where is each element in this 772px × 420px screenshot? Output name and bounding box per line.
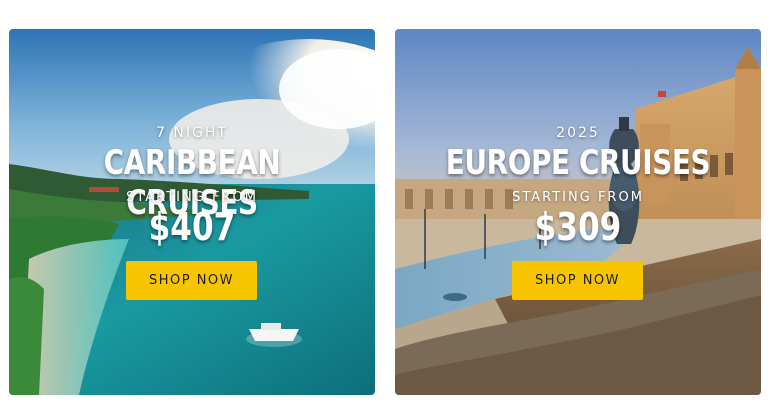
promo-page: 7 NIGHT CARIBBEAN CRUISES STARTING FROM … [0,0,772,420]
promo-price: $309 [534,205,622,249]
promo-price: $407 [148,205,236,249]
promo-card-europe[interactable]: 2025 EUROPE CRUISES STARTING FROM $309 S… [395,29,761,395]
promo-starting-label: STARTING FROM [126,190,258,205]
promo-card-caribbean[interactable]: 7 NIGHT CARIBBEAN CRUISES STARTING FROM … [9,29,375,395]
shop-now-button-europe[interactable]: SHOP NOW [512,261,643,300]
promo-eyebrow: 2025 [556,125,600,141]
promo-title: EUROPE CRUISES [445,143,711,183]
promo-eyebrow: 7 NIGHT [156,125,228,141]
europe-promo-text: 2025 EUROPE CRUISES STARTING FROM $309 [395,29,761,395]
shop-now-button-caribbean[interactable]: SHOP NOW [126,261,257,300]
promo-starting-label: STARTING FROM [512,190,644,205]
caribbean-promo-text: 7 NIGHT CARIBBEAN CRUISES STARTING FROM … [9,29,375,395]
